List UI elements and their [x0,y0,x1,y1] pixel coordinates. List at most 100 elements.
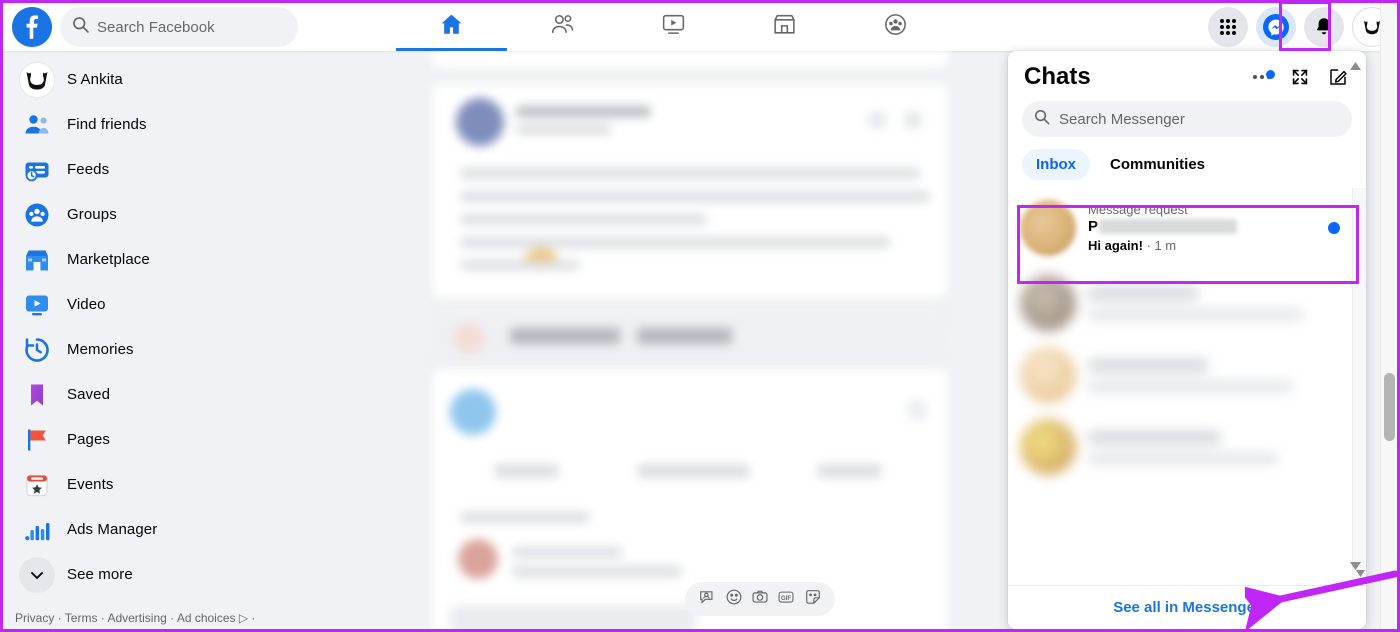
sidebar-item-label: Memories [67,341,134,358]
sidebar-item-events[interactable]: Events [11,462,325,507]
svg-text:GIF: GIF [781,595,791,601]
events-calendar-icon [19,467,55,503]
chat-preview-text: Hi again! [1088,237,1143,253]
topbar-right-section [1208,3,1392,51]
avatar [1020,419,1076,475]
chat-name: P [1088,218,1316,235]
chat-list: Message request P Hi again! · 1 m [1008,188,1366,585]
chat-row-content: Message request P Hi again! · 1 m [1088,201,1316,255]
sidebar-item-feeds[interactable]: Feeds [11,147,325,192]
chat-timestamp: 1 m [1154,237,1177,253]
avatar-speech-icon[interactable] [698,588,716,611]
browser-scrollbar-thumb[interactable] [1384,373,1395,441]
messenger-icon[interactable] [1256,7,1296,47]
chats-panel-header: Chats [1008,51,1366,97]
sidebar-item-label: Marketplace [67,251,150,268]
compose-icon[interactable] [1326,65,1350,89]
sidebar-item-saved[interactable]: Saved [11,372,325,417]
feeds-icon [19,152,55,188]
chevron-down-icon [19,556,55,593]
nav-tab-video[interactable] [618,3,729,51]
grid-menu-icon[interactable] [1208,7,1248,47]
sidebar-item-memories[interactable]: Memories [11,327,325,372]
chats-panel: Chats Search Messenger Inbox Communities… [1008,51,1366,629]
chat-row[interactable] [1008,339,1366,411]
sticker-icon[interactable] [804,588,822,611]
tab-communities-label: Communities [1110,156,1206,173]
expand-icon[interactable] [1288,65,1312,89]
feed-post-card[interactable] [432,84,948,299]
marketplace-icon [771,11,798,43]
facebook-window: Search Facebook S Ankita Find friends Fe… [0,0,1400,632]
memories-clock-icon [19,332,55,368]
topbar-left-section: Search Facebook [3,7,298,47]
chat-row-message-request[interactable]: Message request P Hi again! · 1 m [1008,188,1366,267]
chat-name-redacted [1099,218,1238,234]
chat-preview-sep: · [1142,237,1155,253]
chevron-down-icon-wrap [19,556,55,593]
sidebar-item-marketplace[interactable]: Marketplace [11,237,325,282]
ads-manager-chart-icon [19,512,55,548]
sidebar-item-find-friends[interactable]: Find friends [11,102,325,147]
sidebar-item-see-more[interactable]: See more [11,552,325,597]
chat-row[interactable] [1008,411,1366,483]
video-icon [660,11,687,43]
browser-scrollbar[interactable] [1380,3,1397,629]
tab-inbox-label: Inbox [1036,156,1076,173]
main-nav-tabs [396,3,951,51]
chat-row-content [1088,430,1354,464]
comment-composer-icons: GIF [685,582,835,616]
sidebar-footer-links[interactable]: Privacy · Terms · Advertising · Ad choic… [15,611,255,625]
search-input[interactable]: Search Facebook [60,7,298,47]
chats-panel-scrollbar[interactable] [1352,188,1366,585]
sidebar-item-label: Video [67,296,106,313]
feed-post-card-actions[interactable]: Like Comment Share [432,51,948,69]
pages-flag-icon [19,422,55,458]
gif-icon[interactable]: GIF [777,588,795,611]
sidebar-item-label: Pages [67,431,111,448]
sidebar-item-ads-manager[interactable]: Ads Manager [11,507,325,552]
groups-icon [19,197,55,233]
sidebar-item-video[interactable]: Video [11,282,325,327]
camera-icon[interactable] [751,588,769,611]
messenger-search-input[interactable]: Search Messenger [1022,101,1352,137]
tab-communities[interactable]: Communities [1096,149,1219,180]
unread-dot [1328,221,1340,234]
message-request-tag: Message request [1088,201,1188,217]
chats-scroll-up-arrow[interactable] [1350,57,1362,70]
sidebar-item-groups[interactable]: Groups [11,192,325,237]
options-badge-dot [1266,70,1275,79]
nav-tab-home[interactable] [396,3,507,51]
tab-inbox[interactable]: Inbox [1022,149,1090,180]
messenger-search-placeholder: Search Messenger [1059,110,1185,128]
bell-icon[interactable] [1304,7,1344,47]
chat-preview: Hi again! · 1 m [1088,237,1316,255]
sidebar-item-label: Find friends [67,116,147,133]
chat-tabs: Inbox Communities [1008,143,1366,188]
avatar [1020,347,1076,403]
sidebar-item-s-ankita[interactable]: S Ankita [11,57,325,102]
options-dots-icon[interactable] [1250,65,1275,89]
feed-section-header [432,315,948,363]
saved-bookmark-icon [19,377,55,413]
see-all-in-messenger-link[interactable]: See all in Messenger [1113,599,1261,616]
nav-tab-groups[interactable] [840,3,951,51]
chat-row-content [1088,358,1354,392]
chats-scroll-down-arrow[interactable] [1350,557,1362,570]
chat-row[interactable] [1008,267,1366,339]
avatar [1020,199,1076,256]
facebook-logo-icon[interactable] [12,7,52,47]
sidebar-item-pages[interactable]: Pages [11,417,325,462]
footer-links-text: Privacy · Terms · Advertising · Ad choic… [15,611,256,625]
sidebar-item-label: See more [67,566,133,583]
chat-name-initial: P [1088,217,1099,235]
left-sidebar: S Ankita Find friends Feeds Groups Marke… [3,51,333,629]
sidebar-item-label: Ads Manager [67,521,158,538]
nav-tab-friends[interactable] [507,3,618,51]
emoji-icon[interactable] [725,588,743,611]
nav-tab-marketplace[interactable] [729,3,840,51]
top-navigation-bar: Search Facebook [3,3,1397,51]
search-icon [1034,109,1050,130]
search-icon [72,16,89,38]
profile-avatar-icon [19,61,55,98]
